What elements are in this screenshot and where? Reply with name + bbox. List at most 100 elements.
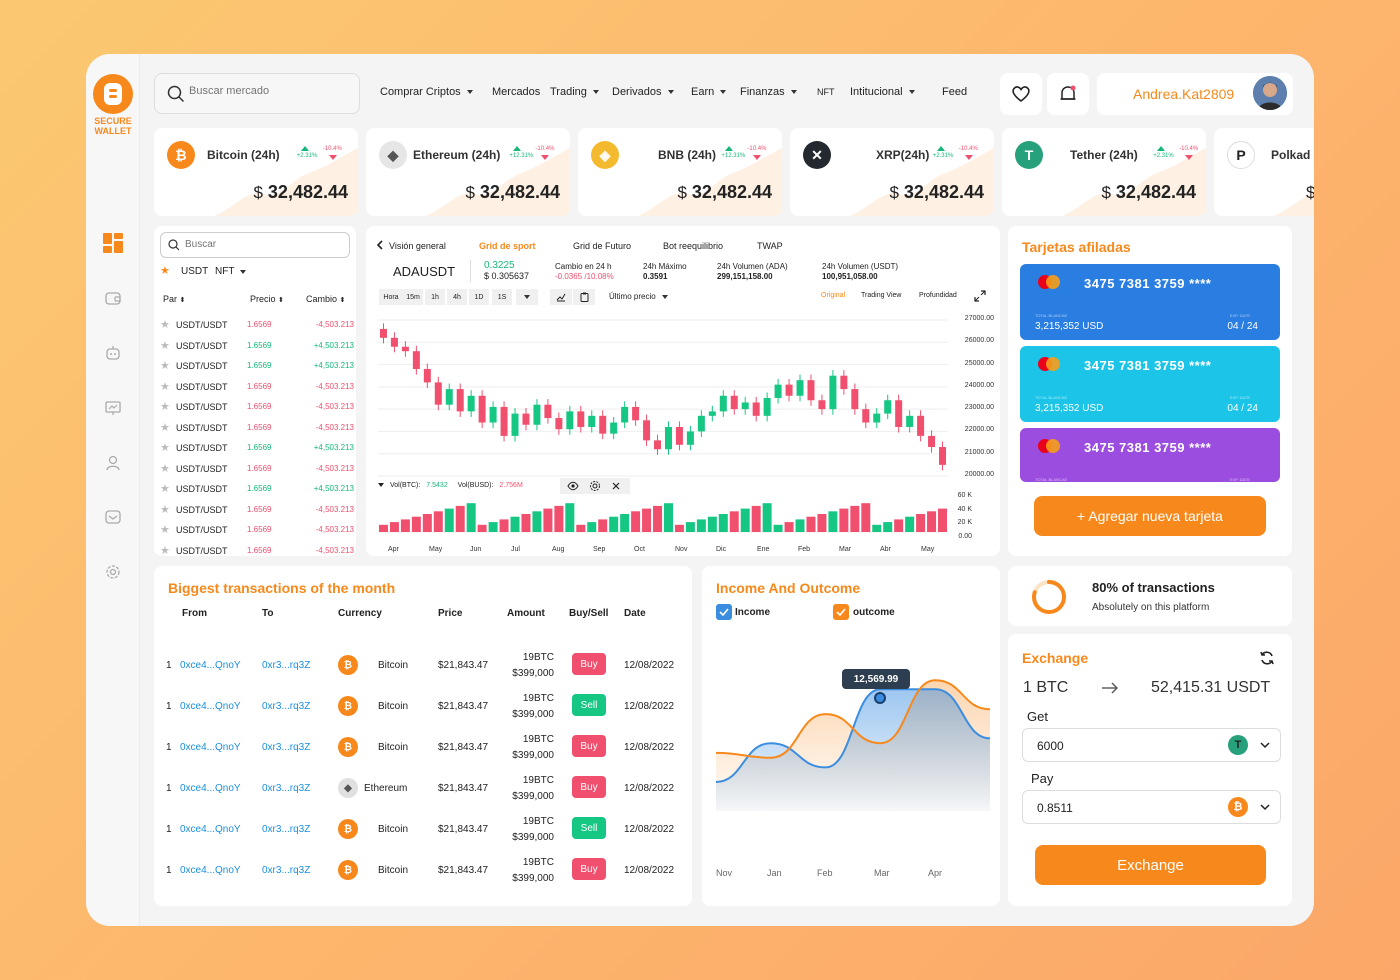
- table-row[interactable]: 1 0xce4...QnoY 0xr3...rq3Z ₿ Bitcoin $21,843.…: [154, 685, 692, 725]
- filter-usdt[interactable]: USDT: [181, 266, 208, 277]
- pair-search[interactable]: [160, 232, 350, 258]
- wallet-icon[interactable]: [102, 287, 124, 309]
- table-row[interactable]: 1 0xce4...QnoY 0xr3...rq3Z ₿ Bitcoin $21,843.…: [154, 808, 692, 848]
- tooltip-point[interactable]: [874, 692, 886, 704]
- to-address[interactable]: 0xr3...rq3Z: [262, 742, 310, 753]
- table-row[interactable]: 1 0xce4...QnoY 0xr3...rq3Z ◆ Ethereum $21,843…: [154, 767, 692, 807]
- sell-badge[interactable]: Sell: [572, 694, 606, 716]
- nav-mercados[interactable]: Mercados: [492, 86, 540, 98]
- get-field[interactable]: T: [1022, 728, 1281, 762]
- candlestick-chart[interactable]: [366, 226, 1000, 556]
- col-change[interactable]: Cambio ⬍: [306, 294, 345, 304]
- bank-card[interactable]: 3475 7381 3759 **** TOTAL BLANCAE EXP. DAT…: [1020, 346, 1280, 422]
- ticker-card[interactable]: T Tether (24h) +2.31% -10.4% $ 32,482.44: [1002, 128, 1206, 216]
- star-icon[interactable]: ★: [160, 421, 170, 434]
- user-icon[interactable]: [102, 452, 124, 474]
- buy-badge[interactable]: Buy: [572, 735, 606, 757]
- from-address[interactable]: 0xce4...QnoY: [180, 701, 241, 712]
- refresh-icon[interactable]: [1259, 650, 1275, 666]
- market-row[interactable]: ★ USDT/USDT 1.6569 -4,503.213: [160, 417, 356, 437]
- nav-nft[interactable]: NFT: [817, 87, 835, 97]
- col-pair[interactable]: Par ⬍: [163, 294, 185, 304]
- market-row[interactable]: ★ USDT/USDT 1.6569 +4,503.213: [160, 355, 356, 375]
- eye-icon[interactable]: [567, 481, 579, 491]
- nav-feed[interactable]: Feed: [942, 86, 967, 98]
- favorite-star-icon[interactable]: ★: [160, 264, 170, 277]
- income-outcome-chart[interactable]: [702, 566, 1000, 906]
- robot-icon[interactable]: [102, 342, 124, 364]
- market-row[interactable]: ★ USDT/USDT 1.6569 -4,503.213: [160, 499, 356, 519]
- pay-field[interactable]: ₿: [1022, 790, 1281, 824]
- sell-badge[interactable]: Sell: [572, 817, 606, 839]
- col-price[interactable]: Precio ⬍: [250, 294, 284, 304]
- settings-icon[interactable]: [102, 561, 124, 583]
- bank-card[interactable]: 3475 7381 3759 **** TOTAL BLANCAE EXP. DAT…: [1020, 428, 1280, 482]
- from-address[interactable]: 0xce4...QnoY: [180, 783, 241, 794]
- from-address[interactable]: 0xce4...QnoY: [180, 660, 241, 671]
- market-row[interactable]: ★ USDT/USDT 1.6569 -4,503.213: [160, 314, 356, 334]
- table-row[interactable]: 1 0xce4...QnoY 0xr3...rq3Z ₿ Bitcoin $21,843.…: [154, 644, 692, 684]
- star-icon[interactable]: ★: [160, 400, 170, 413]
- nav-earn[interactable]: Earn: [691, 86, 727, 98]
- add-card-button[interactable]: + Agregar nueva tarjeta: [1034, 496, 1266, 536]
- ticker-card[interactable]: P Polkad $: [1214, 128, 1314, 216]
- from-address[interactable]: 0xce4...QnoY: [180, 865, 241, 876]
- nav-derivados[interactable]: Derivados: [612, 86, 674, 98]
- market-row[interactable]: ★ USDT/USDT 1.6569 -4,503.213: [160, 458, 356, 478]
- star-icon[interactable]: ★: [160, 503, 170, 516]
- star-icon[interactable]: ★: [160, 544, 170, 557]
- exchange-button[interactable]: Exchange: [1035, 845, 1266, 885]
- gear-icon[interactable]: [589, 480, 601, 492]
- buy-badge[interactable]: Buy: [572, 776, 606, 798]
- ticker-card[interactable]: ✕ XRP(24h) +2.31% -10.4% $ 32,482.44: [790, 128, 994, 216]
- notifications-button[interactable]: [1047, 73, 1089, 115]
- user-profile[interactable]: Andrea.Kat2809: [1097, 73, 1293, 115]
- ticker-card[interactable]: ₿ Bitcoin (24h) +2.31% -10.4% $ 32,482.44: [154, 128, 358, 216]
- market-row[interactable]: ★ USDT/USDT 1.6569 -4,503.213: [160, 376, 356, 396]
- nav-trading[interactable]: Trading: [550, 86, 599, 98]
- pay-input[interactable]: [1037, 801, 1207, 815]
- table-row[interactable]: 1 0xce4...QnoY 0xr3...rq3Z ₿ Bitcoin $21,843.…: [154, 849, 692, 889]
- to-address[interactable]: 0xr3...rq3Z: [262, 783, 310, 794]
- table-row[interactable]: 1 0xce4...QnoY 0xr3...rq3Z ₿ Bitcoin $21,843.…: [154, 726, 692, 766]
- buy-badge[interactable]: Buy: [572, 858, 606, 880]
- market-search[interactable]: [154, 73, 360, 114]
- close-icon[interactable]: [612, 482, 620, 490]
- nav-comprar-criptos[interactable]: Comprar Criptos: [380, 86, 473, 98]
- star-icon[interactable]: ★: [160, 339, 170, 352]
- star-icon[interactable]: ★: [160, 359, 170, 372]
- logo[interactable]: [93, 74, 133, 114]
- ticker-card[interactable]: ◆ Ethereum (24h) +12.31% -10.4% $ 32,482.44: [366, 128, 570, 216]
- from-address[interactable]: 0xce4...QnoY: [180, 824, 241, 835]
- market-row[interactable]: ★ USDT/USDT 1.6569 -4,503.213: [160, 540, 356, 557]
- ticker-card[interactable]: ◈ BNB (24h) +12.31% -10.4% $ 32,482.44: [578, 128, 782, 216]
- nav-finanzas[interactable]: Finanzas: [740, 86, 797, 98]
- star-icon[interactable]: ★: [160, 318, 170, 331]
- star-icon[interactable]: ★: [160, 482, 170, 495]
- nav-intitucional[interactable]: Intitucional: [850, 86, 915, 98]
- chevron-down-icon[interactable]: [1260, 804, 1270, 811]
- dashboard-icon[interactable]: [102, 232, 124, 254]
- star-icon[interactable]: ★: [160, 441, 170, 454]
- market-row[interactable]: ★ USDT/USDT 1.6569 -4,503.213: [160, 396, 356, 416]
- star-icon[interactable]: ★: [160, 462, 170, 475]
- bank-card[interactable]: 3475 7381 3759 **** TOTAL BLANCAE EXP. DAT…: [1020, 264, 1280, 340]
- presentation-icon[interactable]: [102, 397, 124, 419]
- market-row[interactable]: ★ USDT/USDT 1.6569 +4,503.213: [160, 335, 356, 355]
- chevron-down-icon[interactable]: [1260, 742, 1270, 749]
- to-address[interactable]: 0xr3...rq3Z: [262, 865, 310, 876]
- search-input[interactable]: [189, 85, 349, 97]
- get-input[interactable]: [1037, 739, 1207, 753]
- pair-search-input[interactable]: [185, 239, 335, 250]
- to-address[interactable]: 0xr3...rq3Z: [262, 824, 310, 835]
- star-icon[interactable]: ★: [160, 523, 170, 536]
- market-row[interactable]: ★ USDT/USDT 1.6569 +4,503.213: [160, 437, 356, 457]
- market-row[interactable]: ★ USDT/USDT 1.6569 +4,503.213: [160, 478, 356, 498]
- market-row[interactable]: ★ USDT/USDT 1.6569 -4,503.213: [160, 519, 356, 539]
- buy-badge[interactable]: Buy: [572, 653, 606, 675]
- from-address[interactable]: 0xce4...QnoY: [180, 742, 241, 753]
- to-address[interactable]: 0xr3...rq3Z: [262, 660, 310, 671]
- to-address[interactable]: 0xr3...rq3Z: [262, 701, 310, 712]
- filter-nft[interactable]: NFT: [215, 266, 247, 277]
- inbox-icon[interactable]: [102, 506, 124, 528]
